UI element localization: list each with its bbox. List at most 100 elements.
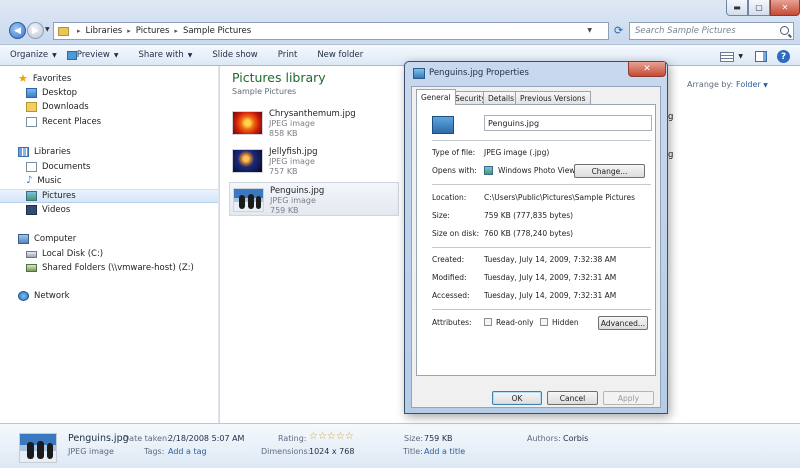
nav-local-disk[interactable]: Local Disk (C:) <box>0 247 218 261</box>
cancel-button[interactable]: Cancel <box>547 391 598 405</box>
nav-recent-places[interactable]: Recent Places <box>0 115 218 129</box>
forward-button[interactable]: ▶ <box>27 22 44 39</box>
nav-desktop[interactable]: Desktop <box>0 86 218 100</box>
organize-button[interactable]: Organize ▼ <box>10 50 57 60</box>
ok-button[interactable]: OK <box>492 391 542 405</box>
file-name: Penguins.jpg <box>270 186 325 196</box>
nav-label: Computer <box>34 234 77 244</box>
chrysanthemum-thumbnail <box>232 111 263 135</box>
help-icon[interactable]: ? <box>777 50 790 63</box>
breadcrumb-chevron-icon[interactable]: ▸ <box>174 27 178 35</box>
breadcrumb-sample-pictures[interactable]: Sample Pictures <box>183 26 251 36</box>
nav-music[interactable]: ♪ Music <box>0 174 218 188</box>
refresh-icon[interactable]: ⟳ <box>614 24 623 37</box>
close-button[interactable]: ✕ <box>770 0 800 16</box>
dialog-close-button[interactable]: ✕ <box>628 62 666 77</box>
file-size: 757 KB <box>269 167 298 176</box>
preview-icon <box>67 50 77 60</box>
arrange-by-dropdown[interactable]: Folder ▼ <box>736 80 768 89</box>
slide-show-button[interactable]: Slide show <box>212 50 257 60</box>
hidden-label[interactable]: Hidden <box>552 318 579 327</box>
search-icon[interactable] <box>780 26 789 35</box>
view-options-dropdown-icon[interactable]: ▼ <box>738 53 743 60</box>
share-with-label: Share with <box>138 50 184 60</box>
divider <box>432 309 651 310</box>
advanced-button[interactable]: Advanced... <box>598 316 648 330</box>
nav-label: Network <box>34 291 70 301</box>
nav-label: Shared Folders (\\vmware-host) (Z:) <box>42 263 194 273</box>
file-type: JPEG image <box>270 196 316 205</box>
nav-libraries[interactable]: Libraries <box>0 145 218 159</box>
image-file-icon <box>432 116 454 134</box>
breadcrumb-libraries[interactable]: Libraries <box>86 26 123 36</box>
hidden-file-item-fragment: g <box>668 112 674 122</box>
accessed-value: Tuesday, July 14, 2009, 7:32:31 AM <box>484 291 617 300</box>
nav-favorites[interactable]: ★ Favorites <box>0 72 218 86</box>
details-file-type: JPEG image <box>68 447 114 456</box>
minimize-button[interactable]: ▬ <box>726 0 748 16</box>
share-with-button[interactable]: Share with ▼ <box>138 50 192 60</box>
back-button[interactable]: ◀ <box>9 22 26 39</box>
search-input[interactable]: Search Sample Pictures <box>629 22 794 40</box>
breadcrumb-chevron-icon[interactable]: ▸ <box>127 27 131 35</box>
nav-network[interactable]: Network <box>0 289 218 303</box>
breadcrumb-pictures[interactable]: Pictures <box>136 26 170 36</box>
modified-label: Modified: <box>432 273 467 282</box>
preview-button[interactable]: Preview ▼ <box>67 50 118 60</box>
toolbar-right-group: ▼ ? <box>720 50 790 63</box>
chevron-down-icon: ▼ <box>52 51 57 59</box>
recent-pages-dropdown[interactable]: ▼ <box>45 26 50 33</box>
nav-downloads[interactable]: Downloads <box>0 100 218 114</box>
rating-stars[interactable]: ☆☆☆☆☆ <box>309 431 354 442</box>
change-view-icon[interactable] <box>720 51 735 62</box>
filename-input[interactable]: Penguins.jpg <box>484 115 652 131</box>
nav-shared-folders[interactable]: Shared Folders (\\vmware-host) (Z:) <box>0 261 218 275</box>
size-value: 759 KB <box>424 434 453 443</box>
minimize-icon: ▬ <box>733 3 741 12</box>
file-size: 858 KB <box>269 129 298 138</box>
nav-label: Libraries <box>34 147 71 157</box>
created-value: Tuesday, July 14, 2009, 7:32:38 AM <box>484 255 617 264</box>
authors-value[interactable]: Corbis <box>563 434 588 443</box>
divider <box>432 184 651 185</box>
tab-previous-versions[interactable]: Previous Versions <box>515 91 591 104</box>
read-only-label[interactable]: Read-only <box>496 318 534 327</box>
preview-pane-icon[interactable] <box>755 51 767 62</box>
forward-arrow-icon: ▶ <box>32 25 39 36</box>
address-dropdown-icon[interactable]: ▼ <box>587 27 592 34</box>
apply-button[interactable]: Apply <box>603 391 654 405</box>
nav-pictures[interactable]: Pictures <box>0 189 218 203</box>
read-only-checkbox[interactable] <box>484 318 492 326</box>
organize-label: Organize <box>10 50 49 60</box>
general-tab-panel: Penguins.jpg Type of file: JPEG image (.… <box>416 104 656 376</box>
change-button[interactable]: Change... <box>574 164 645 178</box>
address-bar[interactable]: ▸ Libraries ▸ Pictures ▸ Sample Pictures… <box>53 22 609 40</box>
attributes-label: Attributes: <box>432 318 472 327</box>
maximize-button[interactable]: ▢ <box>748 0 770 16</box>
new-folder-button[interactable]: New folder <box>317 50 363 60</box>
file-item-jellyfish[interactable]: Jellyfish.jpg JPEG image 757 KB <box>229 144 399 178</box>
command-bar: Organize ▼ Preview ▼ Share with ▼ Slide sho… <box>0 44 800 66</box>
breadcrumb-chevron-icon[interactable]: ▸ <box>77 27 81 35</box>
nav-videos[interactable]: Videos <box>0 203 218 217</box>
nav-documents[interactable]: Documents <box>0 160 218 174</box>
videos-icon <box>26 205 37 215</box>
hidden-checkbox[interactable] <box>540 318 548 326</box>
file-item-penguins[interactable]: Penguins.jpg JPEG image 759 KB <box>229 182 399 216</box>
nav-label: Pictures <box>42 191 76 201</box>
details-pane: Penguins.jpg JPEG image Date taken: 2/18… <box>0 423 800 468</box>
tags-input[interactable]: Add a tag <box>168 447 207 456</box>
tab-general[interactable]: General <box>416 89 456 105</box>
tab-details[interactable]: Details <box>483 91 520 104</box>
size-label: Size: <box>404 434 424 443</box>
documents-icon <box>26 162 37 172</box>
file-item-chrysanthemum[interactable]: Chrysanthemum.jpg JPEG image 858 KB <box>229 106 399 140</box>
libraries-icon <box>18 147 29 157</box>
title-input[interactable]: Add a title <box>424 447 465 456</box>
nav-computer[interactable]: Computer <box>0 232 218 246</box>
date-taken-label: Date taken: <box>123 434 170 443</box>
location-label: Location: <box>432 193 467 202</box>
downloads-folder-icon <box>26 102 37 112</box>
date-taken-value[interactable]: 2/18/2008 5:07 AM <box>168 434 244 443</box>
print-button[interactable]: Print <box>278 50 298 60</box>
